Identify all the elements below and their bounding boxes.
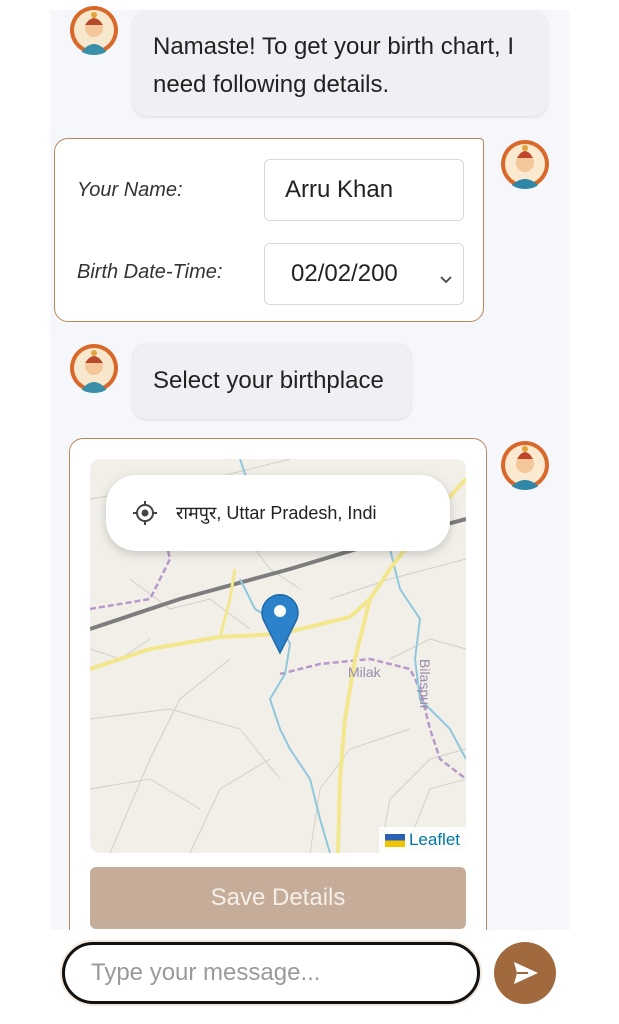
birthplace-map-card: Milak Bilaspur रामपुर, Uttar Pradesh, In… — [69, 438, 487, 958]
place-label-bilaspur: Bilaspur — [417, 659, 433, 710]
save-button-label: Save Details — [210, 884, 346, 911]
name-value: Arru Khan — [285, 176, 394, 203]
bot-message-greeting: Namaste! To get your birth chart, I need… — [133, 10, 547, 116]
location-text: रामपुर, Uttar Pradesh, Indi — [176, 503, 377, 523]
dob-label: Birth Date-Time: — [77, 261, 223, 283]
location-search-bar[interactable]: रामपुर, Uttar Pradesh, Indi — [106, 475, 450, 551]
leaflet-link[interactable]: Leaflet — [409, 830, 460, 850]
ukraine-flag-icon — [384, 833, 405, 847]
locate-crosshair-icon[interactable] — [132, 500, 158, 526]
send-icon — [510, 958, 540, 988]
greeting-text: Namaste! To get your birth chart, I need… — [153, 33, 515, 98]
dob-input[interactable]: 02/02/200 — [264, 243, 464, 305]
bot-avatar — [69, 343, 119, 393]
message-placeholder: Type your message... — [91, 959, 321, 986]
place-label-milak: Milak — [348, 664, 382, 680]
map-pin-icon[interactable] — [260, 591, 300, 660]
map[interactable]: Milak Bilaspur रामपुर, Uttar Pradesh, In… — [90, 459, 466, 853]
message-composer: Type your message... — [0, 930, 619, 1024]
user-avatar — [500, 440, 550, 490]
send-button[interactable] — [494, 942, 556, 1004]
chevron-down-icon[interactable] — [439, 266, 453, 294]
user-avatar — [500, 139, 550, 189]
birth-details-form: Your Name: Arru Khan Birth Date-Time: 02… — [54, 138, 484, 322]
name-label: Your Name: — [77, 179, 183, 201]
save-details-button[interactable]: Save Details — [90, 867, 466, 929]
dob-value: 02/02/200 — [291, 260, 398, 287]
bot-message-birthplace: Select your birthplace — [133, 343, 411, 419]
name-input[interactable]: Arru Khan — [264, 159, 464, 221]
message-input[interactable]: Type your message... — [62, 942, 480, 1004]
bot-avatar — [69, 5, 119, 55]
map-attribution: Leaflet — [378, 827, 466, 853]
birthplace-prompt-text: Select your birthplace — [153, 367, 384, 394]
